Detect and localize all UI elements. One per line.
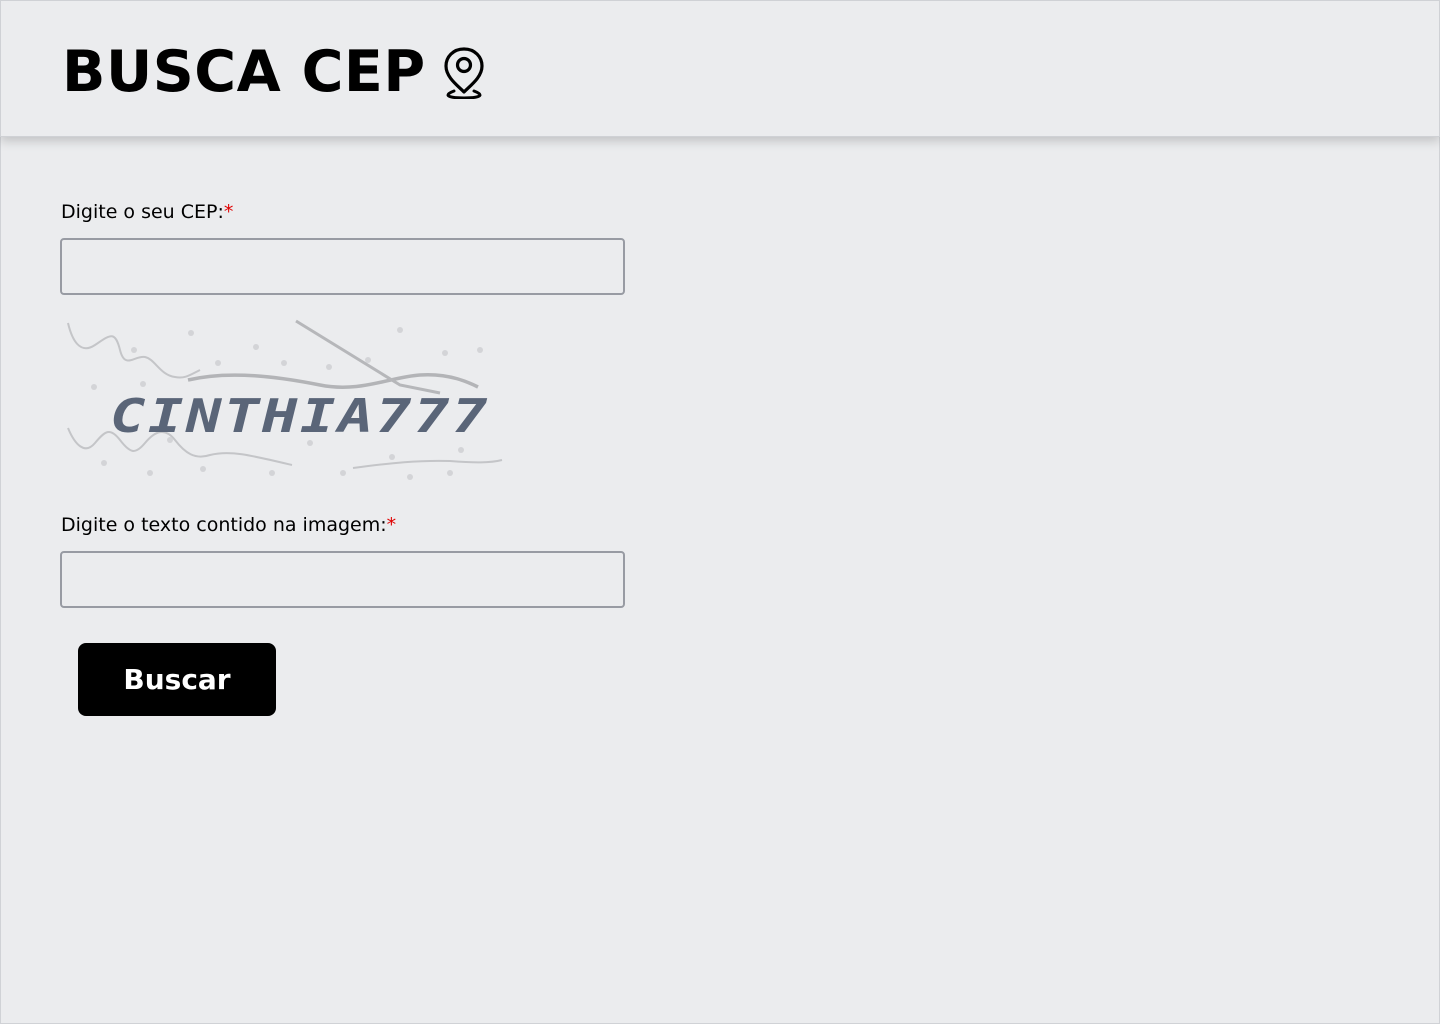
required-asterisk: *	[223, 201, 234, 223]
cep-label: Digite o seu CEP:*	[61, 200, 233, 224]
captcha-image: CINTHIA777	[60, 315, 510, 485]
title-wrap: BUSCA CEP	[62, 37, 486, 107]
captcha-label: Digite o texto contido na imagem:*	[61, 513, 396, 537]
cep-input[interactable]	[60, 238, 625, 295]
captcha-text: CINTHIA777	[110, 389, 490, 443]
captcha-label-text: Digite o texto contido na imagem:	[61, 514, 387, 536]
required-asterisk: *	[386, 514, 397, 536]
map-pin-icon	[444, 47, 484, 99]
captcha-graphic: CINTHIA777	[67, 319, 503, 480]
page-frame	[0, 0, 1440, 1024]
cep-label-text: Digite o seu CEP:	[61, 201, 224, 223]
search-button[interactable]: Buscar	[78, 643, 276, 716]
page-title: BUSCA CEP	[62, 39, 426, 105]
captcha-input[interactable]	[60, 551, 625, 608]
app-header: BUSCA CEP	[0, 0, 1440, 137]
